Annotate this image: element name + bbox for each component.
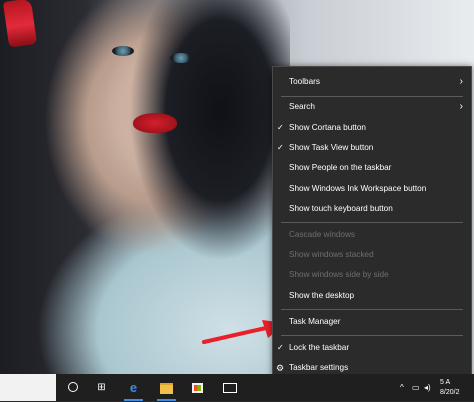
menu-item-label: Task Manager (289, 317, 341, 326)
checkmark-icon: ✓ (277, 143, 284, 152)
wallpaper-eye-right (170, 53, 192, 63)
menu-item-label: Show Windows Ink Workspace button (289, 184, 427, 193)
chevron-right-icon: › (459, 76, 463, 87)
taskbar-context-menu: Toolbars › Search › ✓ Show Cortana butto… (272, 66, 472, 379)
cortana-icon[interactable] (63, 378, 82, 397)
menu-item-lock-the-taskbar[interactable]: ✓ Lock the taskbar (273, 338, 471, 358)
checkmark-icon: ✓ (277, 343, 284, 352)
menu-item-label: Show Cortana button (289, 123, 366, 132)
menu-item-show-windows-stacked: Show windows stacked (273, 245, 471, 265)
menu-item-show-windows-side-by-side: Show windows side by side (273, 265, 471, 285)
system-tray: ^ ▭ ◂) 5 A 8/20/2 (400, 378, 470, 397)
menu-separator (281, 222, 463, 223)
menu-item-task-manager[interactable]: Task Manager (273, 312, 471, 332)
menu-item-label: Show People on the taskbar (289, 163, 392, 172)
task-view-icon[interactable]: ⊞ (92, 378, 111, 397)
menu-item-label: Show Task View button (289, 143, 374, 152)
menu-item-label: Show touch keyboard button (289, 204, 393, 213)
menu-item-show-people[interactable]: Show People on the taskbar (273, 158, 471, 178)
menu-item-label: Lock the taskbar (289, 343, 350, 352)
menu-item-label: Cascade windows (289, 230, 355, 239)
edge-icon[interactable]: e (124, 378, 143, 397)
menu-separator (281, 335, 463, 336)
wallpaper-eye-left (112, 46, 134, 56)
menu-item-show-touch-keyboard[interactable]: Show touch keyboard button (273, 199, 471, 219)
menu-item-show-windows-ink[interactable]: Show Windows Ink Workspace button (273, 179, 471, 199)
menu-item-cascade-windows: Cascade windows (273, 225, 471, 245)
menu-item-show-task-view-button[interactable]: ✓ Show Task View button (273, 138, 471, 158)
tray-chevron-icon[interactable]: ^ (400, 378, 404, 397)
menu-item-label: Search (289, 102, 315, 111)
menu-separator (281, 309, 463, 310)
taskbar-search-box[interactable] (0, 374, 56, 401)
mail-icon[interactable] (220, 378, 239, 397)
wallpaper-lips (133, 113, 177, 133)
menu-item-label: Show windows stacked (289, 250, 374, 259)
chevron-right-icon: › (459, 101, 463, 112)
menu-item-label: Show the desktop (289, 291, 355, 300)
checkmark-icon: ✓ (277, 123, 284, 132)
menu-item-show-the-desktop[interactable]: Show the desktop (273, 286, 471, 306)
menu-item-toolbars[interactable]: Toolbars › (273, 72, 471, 92)
clock-date[interactable]: 8/20/2 (440, 383, 459, 402)
menu-item-label: Show windows side by side (289, 270, 389, 279)
taskbar[interactable]: ⊞ e ^ ▭ ◂) 5 A 8/20/2 (0, 374, 474, 401)
file-explorer-icon[interactable] (157, 378, 176, 397)
menu-item-search[interactable]: Search › (273, 97, 471, 117)
store-icon[interactable] (188, 378, 207, 397)
volume-icon[interactable]: ◂) (424, 378, 431, 397)
network-icon[interactable]: ▭ (412, 378, 420, 397)
wallpaper-lipstick (2, 0, 38, 48)
menu-item-label: Toolbars (289, 77, 320, 86)
menu-item-show-cortana-button[interactable]: ✓ Show Cortana button (273, 118, 471, 138)
